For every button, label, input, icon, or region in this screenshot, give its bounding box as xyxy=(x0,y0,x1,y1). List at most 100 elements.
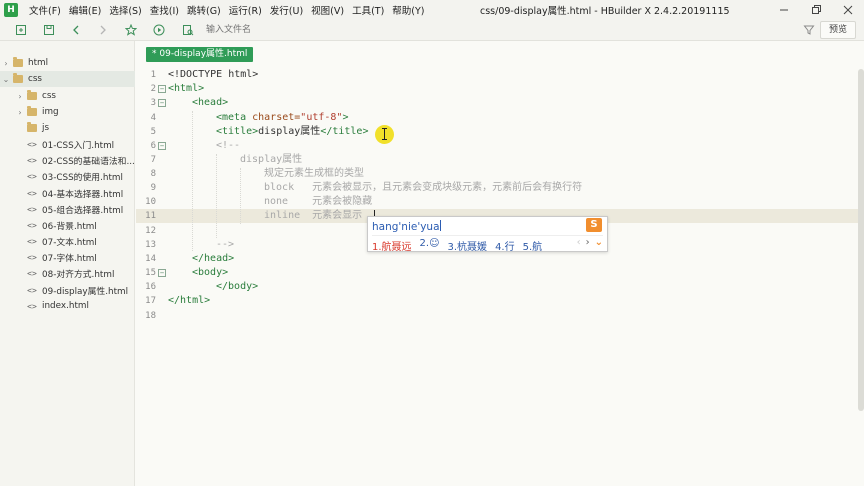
fold-toggle-icon[interactable]: − xyxy=(158,85,166,93)
comment-close: --> xyxy=(216,239,235,250)
comment-open: <!-- xyxy=(216,140,241,151)
minimize-icon xyxy=(780,9,788,10)
line-number: 11 xyxy=(145,211,156,221)
tree-file[interactable]: <> 04-基本选择器.html xyxy=(0,185,135,201)
charset-value: "utf-8" xyxy=(300,112,343,123)
menu-run[interactable]: 运行(R) xyxy=(225,3,266,17)
menu-select[interactable]: 选择(S) xyxy=(105,3,145,17)
browser-preview-icon[interactable] xyxy=(181,23,195,37)
ime-candidates: 1.航聂远 2.☺ 3.杭聂媛 4.行 5.航 xyxy=(372,238,550,253)
tree-file[interactable]: <> 05-组合选择器.html xyxy=(0,201,135,217)
tree-file[interactable]: <> 01-CSS入门.html xyxy=(0,136,135,152)
menu-find[interactable]: 查找(I) xyxy=(146,3,183,17)
ime-candidate[interactable]: 1.航聂远 xyxy=(372,238,412,253)
menu-publish[interactable]: 发行(U) xyxy=(266,3,307,17)
folder-icon xyxy=(12,73,24,84)
code-line-10[interactable]: none 元素会被隐藏 xyxy=(264,195,372,209)
charset-attr: charset= xyxy=(252,112,301,123)
tree-file[interactable]: <> index.html xyxy=(0,298,135,314)
meta-tag-close: > xyxy=(342,112,349,123)
code-file-icon: <> xyxy=(27,285,37,295)
menu-edit[interactable]: 编辑(E) xyxy=(65,3,105,17)
code-line-9[interactable]: block 元素会被显示，且元素会变成块级元素，元素前后会有换行符 xyxy=(264,181,582,195)
collapse-arrow-icon[interactable]: ⌄ xyxy=(0,75,12,84)
menu-tools[interactable]: 工具(T) xyxy=(348,3,388,17)
tab-09-display[interactable]: * 09-display属性.html xyxy=(146,47,254,62)
hbuilder-logo-icon: H xyxy=(4,2,18,17)
title-open-tag: <title> xyxy=(216,126,259,137)
code-line-13[interactable]: --> xyxy=(216,238,234,252)
fold-toggle-icon[interactable]: − xyxy=(158,142,166,150)
tree-file[interactable]: <> 08-对齐方式.html xyxy=(0,265,135,281)
code-line-8[interactable]: 规定元素生成框的类型 xyxy=(264,167,364,181)
head-open-tag: <head> xyxy=(192,97,229,108)
ime-prev-page-icon[interactable]: ‹ xyxy=(577,237,581,248)
code-line-7[interactable]: display属性 xyxy=(240,153,302,167)
ime-candidate[interactable]: 4.行 xyxy=(495,238,515,253)
ime-candidate-window: hang'nie'yua S 1.航聂远 2.☺ 3.杭聂媛 4.行 5.航 ‹… xyxy=(367,216,608,253)
tree-file[interactable]: <> 06-背景.html xyxy=(0,217,135,233)
fold-toggle-icon[interactable]: − xyxy=(158,99,166,107)
code-file-icon: <> xyxy=(27,301,37,311)
menu-goto[interactable]: 跳转(G) xyxy=(183,3,225,17)
code-line-5[interactable]: <title>display属性</title> xyxy=(216,125,368,139)
menu-file[interactable]: 文件(F) xyxy=(25,3,65,17)
toolbar: 预览 xyxy=(0,19,864,41)
code-line-17[interactable]: </html> xyxy=(168,294,210,308)
comment-text: display属性 xyxy=(240,154,303,165)
tree-file[interactable]: <> 07-字体.html xyxy=(0,249,135,265)
code-line-4[interactable]: <meta charset="utf-8"> xyxy=(216,111,348,125)
code-line-15[interactable]: <body> xyxy=(192,266,228,280)
menu-view[interactable]: 视图(V) xyxy=(307,3,348,17)
editor-tab-bar: * 09-display属性.html xyxy=(136,41,864,63)
run-icon[interactable] xyxy=(152,23,166,37)
save-icon[interactable] xyxy=(42,23,56,37)
fold-toggle-icon[interactable]: − xyxy=(158,269,166,277)
line-number: 10 xyxy=(145,197,156,207)
sogou-logo-icon[interactable]: S xyxy=(586,218,602,232)
filter-icon[interactable] xyxy=(802,23,816,37)
minimize-button[interactable] xyxy=(768,0,800,19)
tree-file[interactable]: <> 02-CSS的基础语法和... xyxy=(0,152,135,168)
back-icon[interactable] xyxy=(69,23,83,37)
tree-item-label: index.html xyxy=(42,301,89,311)
expand-arrow-icon[interactable]: › xyxy=(14,108,26,117)
indent-guide xyxy=(240,168,241,224)
tree-file[interactable]: <> 07-文本.html xyxy=(0,233,135,249)
ime-next-page-icon[interactable]: › xyxy=(586,237,590,248)
preview-button[interactable]: 预览 xyxy=(820,21,856,39)
forward-icon[interactable] xyxy=(96,23,110,37)
tree-file[interactable]: <> 03-CSS的使用.html xyxy=(0,168,135,184)
code-line-2[interactable]: <html> xyxy=(168,82,204,96)
restore-button[interactable] xyxy=(800,0,832,19)
tree-folder-js[interactable]: js xyxy=(0,120,135,136)
file-search-input[interactable] xyxy=(206,23,766,37)
close-window-button[interactable] xyxy=(832,0,864,19)
code-line-6[interactable]: <!-- xyxy=(216,139,240,153)
tree-folder-img[interactable]: › img xyxy=(0,104,135,120)
ime-expand-icon[interactable]: ⌄ xyxy=(595,237,603,248)
tree-item-label: 07-字体.html xyxy=(42,253,97,264)
tree-folder-css-sub[interactable]: › css xyxy=(0,88,135,104)
tree-file-active[interactable]: <> 09-display属性.html xyxy=(0,282,135,298)
tree-folder-html[interactable]: › html xyxy=(0,55,135,71)
tree-item-label: 03-CSS的使用.html xyxy=(42,172,123,183)
code-line-3[interactable]: <head> xyxy=(192,96,228,110)
code-line-16[interactable]: </body> xyxy=(216,280,258,294)
line-number: 7 xyxy=(150,155,156,165)
new-file-icon[interactable] xyxy=(14,23,28,37)
ime-candidate[interactable]: 5.航 xyxy=(523,238,543,253)
line-number: 4 xyxy=(150,113,156,123)
tree-folder-css[interactable]: ⌄ css xyxy=(0,71,135,87)
scrollbar-thumb[interactable] xyxy=(858,69,864,411)
code-line-14[interactable]: </head> xyxy=(192,252,234,266)
expand-arrow-icon[interactable]: › xyxy=(14,92,26,101)
vertical-scrollbar[interactable] xyxy=(858,63,864,486)
star-icon[interactable] xyxy=(124,23,138,37)
ime-candidate[interactable]: 3.杭聂媛 xyxy=(448,238,488,253)
code-line-1[interactable]: <!DOCTYPE html> xyxy=(168,68,258,82)
ime-candidate[interactable]: 2.☺ xyxy=(420,238,440,253)
expand-arrow-icon[interactable]: › xyxy=(0,59,12,68)
menu-help[interactable]: 帮助(Y) xyxy=(388,3,428,17)
code-line-11[interactable]: inline 元素会显示 xyxy=(264,209,362,223)
